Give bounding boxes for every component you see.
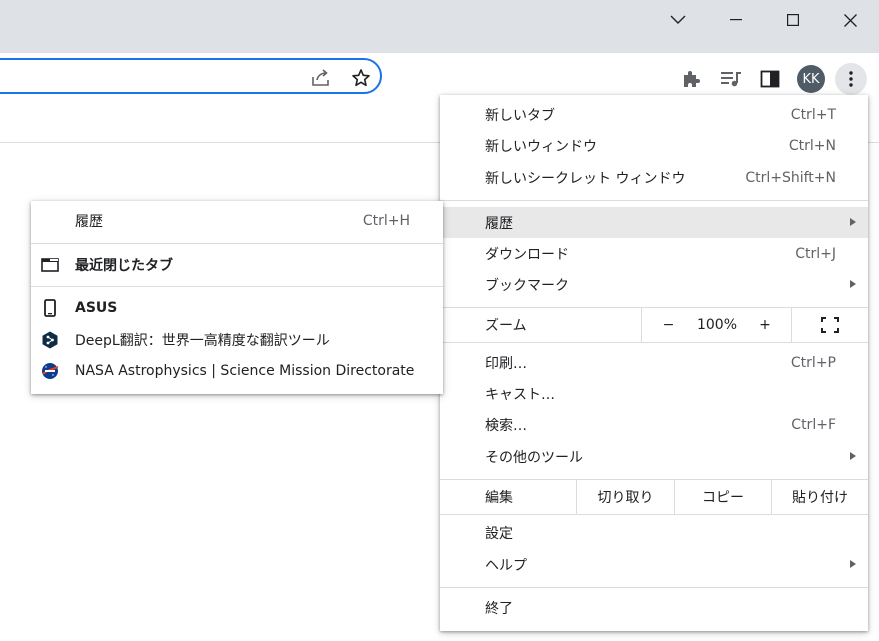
submenu-item-label: NASA Astrophysics | Science Mission Dire… xyxy=(75,363,415,379)
menu-item-shortcut: Ctrl+F xyxy=(791,416,836,433)
more-menu-kebab-icon[interactable] xyxy=(835,63,867,95)
submenu-item-shortcut: Ctrl+H xyxy=(362,213,410,229)
minimize-button[interactable] xyxy=(708,0,764,40)
share-icon[interactable] xyxy=(310,67,332,89)
zoom-level-value: 100% xyxy=(696,317,738,333)
menu-item-more-tools[interactable]: その他のツール xyxy=(440,441,868,472)
menu-item-label: 終了 xyxy=(485,600,513,617)
menu-item-settings[interactable]: 設定 xyxy=(440,517,868,548)
menu-item-label: その他のツール xyxy=(485,449,583,466)
menu-item-label: ダウンロード xyxy=(485,246,569,263)
smartphone-icon xyxy=(41,299,59,317)
menu-item-shortcut: Ctrl+N xyxy=(788,137,836,154)
address-bar[interactable] xyxy=(0,58,382,94)
menu-item-shortcut: Ctrl+Shift+N xyxy=(745,169,836,186)
menu-item-label: 印刷… xyxy=(485,355,527,372)
tab-window-icon xyxy=(41,256,59,274)
copy-button[interactable]: コピー xyxy=(674,480,771,514)
close-window-button[interactable] xyxy=(822,0,878,40)
menu-item-label: 履歴 xyxy=(485,215,513,232)
cut-button[interactable]: 切り取り xyxy=(576,480,674,514)
menu-item-exit[interactable]: 終了 xyxy=(440,592,868,623)
deepl-icon xyxy=(41,331,59,349)
menu-item-bookmarks[interactable]: ブックマーク xyxy=(440,269,868,300)
tab-search-chevron-icon[interactable] xyxy=(650,0,706,40)
menu-item-help[interactable]: ヘルプ xyxy=(440,549,868,580)
submenu-item-label: DeepL翻訳：世界一高精度な翻訳ツール xyxy=(75,333,330,349)
zoom-out-button[interactable]: − xyxy=(641,308,695,342)
menu-item-label: 新しいタブ xyxy=(485,107,555,124)
menu-divider xyxy=(440,200,868,201)
menu-item-label: ブックマーク xyxy=(485,277,569,294)
menu-divider xyxy=(31,286,443,287)
history-submenu: 履歴 Ctrl+H 最近閉じたタブ ASUS DeepL翻訳：世界一高精度な翻訳… xyxy=(31,201,443,394)
edit-label: 編集 xyxy=(485,490,513,506)
submenu-arrow-icon xyxy=(850,560,856,568)
menu-item-label: 検索… xyxy=(485,417,527,434)
menu-divider xyxy=(440,587,868,588)
menu-item-shortcut: Ctrl+J xyxy=(795,245,836,262)
menu-item-label: 新しいシークレット ウィンドウ xyxy=(485,170,686,187)
submenu-item-label: 最近閉じたタブ xyxy=(75,258,173,274)
side-panel-icon[interactable] xyxy=(757,66,783,92)
menu-item-label: 新しいウィンドウ xyxy=(485,138,597,155)
submenu-item-nasa[interactable]: NASA Astrophysics | Science Mission Dire… xyxy=(31,356,443,386)
maximize-button[interactable] xyxy=(765,0,821,40)
menu-divider xyxy=(440,342,868,343)
chrome-main-menu: 新しいタブ Ctrl+T 新しいウィンドウ Ctrl+N 新しいシークレット ウ… xyxy=(440,95,868,631)
menu-divider xyxy=(31,243,443,244)
menu-divider xyxy=(440,514,868,515)
profile-avatar[interactable]: KK xyxy=(797,65,825,93)
menu-item-shortcut: Ctrl+P xyxy=(790,354,836,371)
zoom-label: ズーム xyxy=(485,318,527,334)
submenu-item-deepl[interactable]: DeepL翻訳：世界一高精度な翻訳ツール xyxy=(31,325,443,355)
extensions-puzzle-icon[interactable] xyxy=(678,66,704,92)
submenu-item-history[interactable]: 履歴 Ctrl+H xyxy=(31,206,443,236)
menu-item-print[interactable]: 印刷… Ctrl+P xyxy=(440,347,868,378)
menu-item-label: 設定 xyxy=(485,525,513,542)
menu-item-downloads[interactable]: ダウンロード Ctrl+J xyxy=(440,238,868,269)
menu-item-new-incognito-window[interactable]: 新しいシークレット ウィンドウ Ctrl+Shift+N xyxy=(440,162,868,193)
submenu-arrow-icon xyxy=(850,280,856,288)
submenu-arrow-icon xyxy=(850,452,856,460)
menu-item-history[interactable]: 履歴 xyxy=(440,207,868,238)
fullscreen-button[interactable] xyxy=(791,308,868,342)
menu-item-new-tab[interactable]: 新しいタブ Ctrl+T xyxy=(440,99,868,130)
menu-item-cast[interactable]: キャスト… xyxy=(440,378,868,409)
edit-row: 編集 切り取り コピー 貼り付け xyxy=(440,480,868,514)
submenu-item-recently-closed[interactable]: 最近閉じたタブ xyxy=(31,250,443,280)
title-bar xyxy=(0,0,879,53)
menu-item-shortcut: Ctrl+T xyxy=(790,106,836,123)
device-name: ASUS xyxy=(75,300,118,316)
paste-button[interactable]: 貼り付け xyxy=(771,480,868,514)
menu-item-find[interactable]: 検索… Ctrl+F xyxy=(440,409,868,440)
zoom-in-button[interactable]: + xyxy=(739,308,791,342)
menu-item-label: キャスト… xyxy=(485,386,555,403)
nasa-icon xyxy=(41,362,59,380)
media-playlist-icon[interactable] xyxy=(718,66,744,92)
submenu-item-device: ASUS xyxy=(31,293,443,323)
submenu-arrow-icon xyxy=(850,218,856,226)
zoom-row: ズーム − 100% + xyxy=(440,308,868,342)
submenu-item-label: 履歴 xyxy=(75,214,103,230)
menu-item-new-window[interactable]: 新しいウィンドウ Ctrl+N xyxy=(440,130,868,161)
menu-item-label: ヘルプ xyxy=(485,557,527,574)
fullscreen-icon xyxy=(821,317,839,333)
bookmark-star-icon[interactable] xyxy=(350,67,372,89)
